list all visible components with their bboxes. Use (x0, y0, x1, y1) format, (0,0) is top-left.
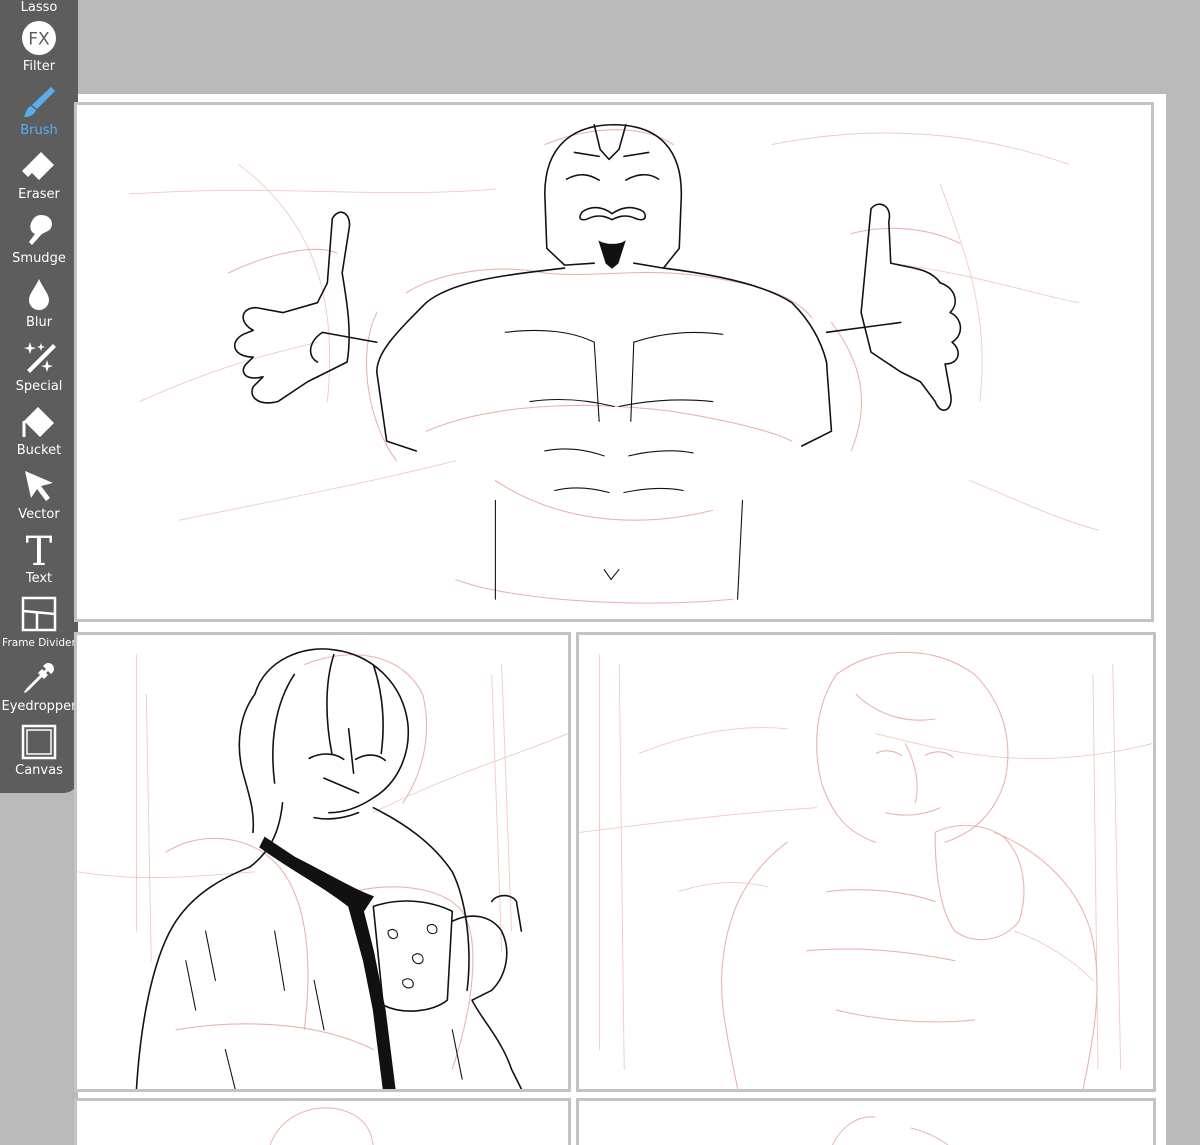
smudge-icon (19, 210, 59, 250)
tool-blur[interactable]: Blur (0, 274, 78, 338)
tool-label: Bucket (16, 443, 62, 458)
comic-panel-bottom-right[interactable] (576, 632, 1156, 1092)
tool-label: Vector (18, 507, 60, 522)
eraser-icon (19, 146, 59, 186)
tool-vector[interactable]: Vector (0, 466, 78, 530)
tool-label: Canvas (15, 763, 63, 778)
tool-label: Eraser (18, 187, 60, 202)
panel-artwork (832, 1116, 949, 1145)
tool-sidebar: Lasso FX Filter Brush Eraser Smudge Blur (0, 0, 78, 793)
vector-icon (19, 466, 59, 506)
blur-icon (19, 274, 59, 314)
special-icon (19, 338, 59, 378)
eyedropper-icon (19, 658, 59, 698)
tool-label: Lasso (20, 0, 58, 15)
tool-label: Smudge (12, 251, 66, 266)
tool-filter[interactable]: FX Filter (0, 18, 78, 82)
tool-frame-divider[interactable]: Frame Divider (0, 594, 78, 658)
tool-eyedropper[interactable]: Eyedropper (0, 658, 78, 722)
brush-icon (19, 82, 59, 122)
text-icon: T (19, 530, 59, 570)
comic-panel-lower-left[interactable] (74, 1098, 571, 1145)
tool-label: Text (25, 571, 53, 586)
tool-canvas[interactable]: Canvas (0, 722, 78, 786)
tool-eraser[interactable]: Eraser (0, 146, 78, 210)
tool-brush[interactable]: Brush (0, 82, 78, 146)
tool-label: Filter (22, 59, 56, 74)
svg-text:T: T (26, 532, 53, 568)
fx-icon: FX (19, 18, 59, 58)
panel-artwork (269, 1107, 374, 1145)
frame-divider-icon (19, 594, 59, 634)
comic-panel-top[interactable] (74, 102, 1154, 622)
tool-label: Special (15, 379, 63, 394)
panel-artwork (579, 651, 1153, 1089)
tool-label: Eyedropper (1, 699, 77, 714)
tool-special[interactable]: Special (0, 338, 78, 402)
tool-bucket[interactable]: Bucket (0, 402, 78, 466)
comic-panel-lower-right[interactable] (576, 1098, 1156, 1145)
tool-label: Blur (25, 315, 53, 330)
drawing-canvas[interactable] (74, 94, 1166, 1145)
tool-text[interactable]: T Text (0, 530, 78, 594)
tool-label: Frame Divider (2, 637, 76, 649)
tool-lasso[interactable]: Lasso (0, 0, 78, 16)
panel-artwork (77, 648, 568, 1089)
tool-label: Brush (20, 123, 58, 138)
tool-smudge[interactable]: Smudge (0, 210, 78, 274)
panel-artwork (129, 123, 1099, 604)
canvas-icon (19, 722, 59, 762)
bucket-icon (19, 402, 59, 442)
comic-panel-bottom-left[interactable] (74, 632, 571, 1092)
svg-text:FX: FX (28, 30, 50, 50)
